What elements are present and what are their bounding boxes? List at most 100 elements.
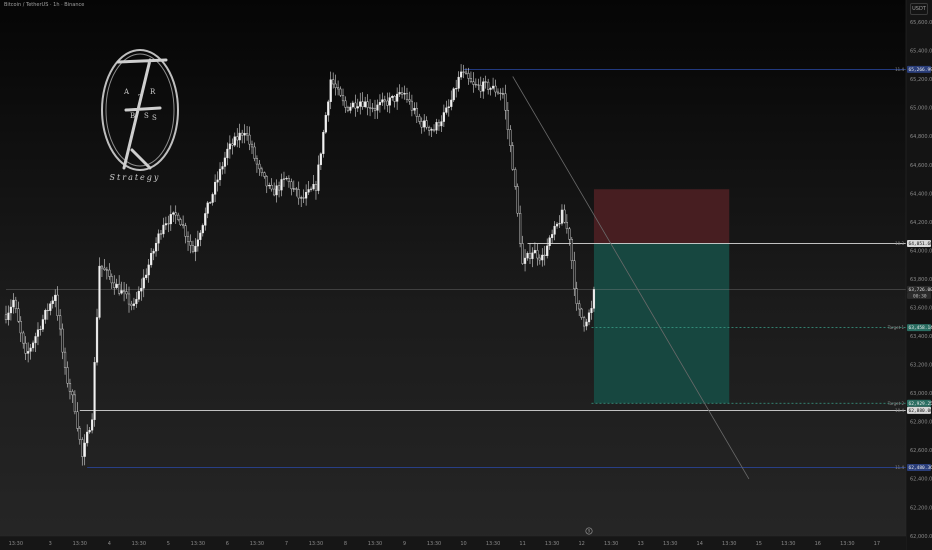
candle <box>118 275 121 296</box>
candle-body <box>83 442 86 457</box>
candle <box>182 215 185 229</box>
candle <box>528 243 532 264</box>
candle <box>73 390 76 415</box>
candle <box>164 216 167 230</box>
time-tick-label: 9 <box>403 541 406 547</box>
candle-body <box>213 181 217 195</box>
candle-body <box>105 269 108 271</box>
candle <box>445 100 448 115</box>
candle-body <box>329 79 332 102</box>
candle-body <box>511 145 514 170</box>
candle <box>555 221 559 229</box>
time-tick-label: 17 <box>874 541 880 547</box>
candle <box>34 332 37 353</box>
candle <box>142 269 145 298</box>
price-badge-text-target-1: 63,458.14 <box>909 325 932 331</box>
candle <box>400 87 404 99</box>
level-label-lower-blue: 11.4 <box>895 465 904 470</box>
symbol-title[interactable]: Bitcoin / TetherUS · 1h · Binance <box>4 2 84 8</box>
candle-body <box>73 394 76 412</box>
candle-body <box>206 202 209 214</box>
candle <box>81 437 84 466</box>
position-boxes[interactable] <box>593 189 730 404</box>
candle <box>437 119 441 131</box>
time-tick-label: 13:30 <box>604 541 618 547</box>
candle-body <box>346 107 350 111</box>
candle <box>241 129 244 144</box>
candle <box>83 434 86 466</box>
time-tick-label: 13:30 <box>368 541 382 547</box>
candle-body <box>324 115 327 133</box>
candle <box>368 99 372 117</box>
time-tick-label: 12 <box>578 541 584 547</box>
candle <box>115 278 118 290</box>
candle-body <box>130 303 133 306</box>
candle-body <box>386 100 389 106</box>
candle <box>88 427 91 434</box>
candle-body <box>526 252 529 259</box>
candle <box>130 300 133 311</box>
candle-body <box>223 157 227 167</box>
candle-body <box>499 92 502 94</box>
candle-body <box>469 78 473 82</box>
candle <box>329 71 332 110</box>
candle-body <box>297 189 300 199</box>
candle-body <box>137 290 140 300</box>
time-tick-label: 13:30 <box>545 541 559 547</box>
candle-body <box>260 168 263 173</box>
candle <box>238 123 241 148</box>
candle <box>305 184 308 206</box>
candle-body <box>415 108 418 117</box>
candle-body <box>479 84 482 92</box>
candle <box>184 222 187 244</box>
candle <box>469 71 473 84</box>
candle <box>233 132 236 148</box>
candle-body <box>36 329 40 337</box>
price-tick-label: 63,000.00 <box>910 391 932 397</box>
candle <box>519 205 522 248</box>
candle <box>260 166 263 177</box>
candle-body <box>17 308 20 322</box>
candle <box>61 323 64 360</box>
logo-tagline: Strategy <box>110 173 161 182</box>
candle <box>356 98 359 112</box>
candle <box>290 178 293 196</box>
candle-body <box>423 120 426 128</box>
candle <box>568 227 571 246</box>
candle-body <box>580 308 583 318</box>
candle-body <box>201 225 204 234</box>
candle <box>95 308 99 366</box>
candle <box>108 263 111 280</box>
candle-body <box>432 129 436 131</box>
candle-body <box>253 146 256 159</box>
candle-body <box>430 129 433 131</box>
candle <box>506 101 509 140</box>
candle-body <box>164 223 167 226</box>
candle-body <box>487 81 490 90</box>
candle-body <box>435 122 438 131</box>
candle-body <box>366 101 369 108</box>
candlestick-chart[interactable]: A RB STSStrategy 11.410.3Target 1Target 21… <box>0 0 932 550</box>
candle <box>287 175 290 188</box>
time-axis[interactable]: 13:30 3 13:30 4 13:30 5 13:30 6 13:30 7 13:30 8 13:3… <box>0 527 906 550</box>
candle-body <box>81 439 84 457</box>
candle <box>327 99 330 122</box>
candle-body <box>519 213 522 244</box>
candle-body <box>290 181 293 190</box>
candle <box>373 99 377 119</box>
candle <box>359 92 362 115</box>
candle-body <box>400 92 404 95</box>
candle <box>526 251 529 261</box>
candle-body <box>34 336 37 344</box>
price-badge-text-entry: 64,051.60 <box>909 241 932 247</box>
currency-selector[interactable]: USDT <box>910 3 928 15</box>
candle-body <box>14 299 17 309</box>
candle-body <box>575 288 578 304</box>
chart-container[interactable]: A R B S T S Strategy 11.4 10.3 Target 1 Target 21… <box>0 0 932 550</box>
candle <box>280 173 283 197</box>
candle <box>403 85 406 100</box>
candle-body <box>189 241 192 246</box>
level-lines[interactable]: 11.4 10.3 Target 1 Target 2 10.4 11.4 <box>6 67 906 470</box>
candle-body <box>110 276 113 284</box>
time-tick-label: 13:30 <box>309 541 323 547</box>
